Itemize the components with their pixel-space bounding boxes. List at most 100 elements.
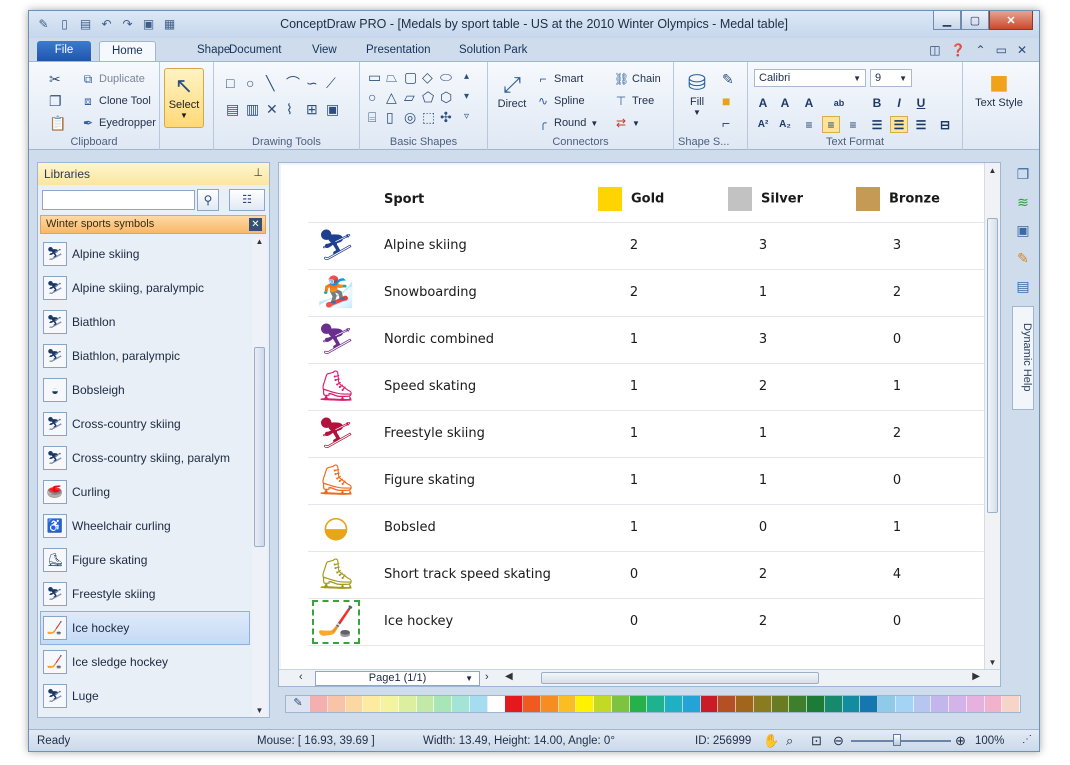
fit-page-icon[interactable]: ⊡ [811, 733, 822, 749]
font-color-icon[interactable]: A [800, 94, 818, 111]
hexagon-shape-icon[interactable]: ⬡ [440, 90, 452, 104]
palette-swatch[interactable] [966, 696, 985, 712]
drawing-page[interactable]: Sport Gold Silver Bronze ⛷ Alpine skiing 2… [281, 165, 984, 670]
palette-swatch[interactable] [523, 696, 541, 712]
palette-swatch[interactable] [736, 696, 754, 712]
palette-swatch[interactable] [895, 696, 914, 712]
shapes-scroll-up-icon[interactable]: ▴ [464, 70, 469, 84]
palette-swatch[interactable] [345, 696, 364, 712]
palette-swatch[interactable] [469, 696, 488, 712]
text-tool-icon[interactable]: ▤ [226, 102, 239, 116]
triangle-shape-icon[interactable]: △ [386, 90, 397, 104]
palette-swatch[interactable] [505, 696, 523, 712]
next-page-icon[interactable]: › [485, 671, 489, 683]
font-select[interactable]: Calibri ▼ [754, 69, 866, 87]
tab-solution-park[interactable]: Solution Park [447, 41, 539, 61]
palette-swatch[interactable] [665, 696, 683, 712]
vscroll-down-icon[interactable]: ▼ [985, 658, 1000, 667]
eyedropper-button[interactable]: ✒ Eyedropper [81, 116, 156, 130]
medal-table[interactable]: Sport Gold Silver Bronze ⛷ Alpine skiing 2… [308, 177, 984, 646]
text-box-icon[interactable]: ▥ [246, 102, 259, 116]
palette-swatch[interactable] [381, 696, 399, 712]
library-item[interactable]: ⛸ Figure skating [40, 543, 250, 577]
maximize-button[interactable]: ▢ [961, 11, 989, 30]
palette-swatch[interactable] [310, 696, 328, 712]
library-item[interactable]: 🏒 Ice sledge hockey [40, 645, 250, 679]
library-item[interactable]: ◒ Bobsleigh [40, 373, 250, 407]
palette-swatch[interactable] [824, 696, 843, 712]
align-left-icon[interactable]: ≡ [800, 116, 818, 133]
tab-presentation[interactable]: Presentation [354, 41, 443, 61]
tree-connector-button[interactable]: ⊤ Tree [614, 94, 654, 108]
close-library-icon[interactable]: ✕ [249, 218, 262, 231]
palette-swatch[interactable] [913, 696, 932, 712]
palette-swatch[interactable] [416, 696, 435, 712]
collapse-ribbon-icon[interactable]: ⌃ [976, 43, 986, 57]
library-view-options-icon[interactable]: ☷ [229, 189, 265, 211]
zoom-tool-icon[interactable]: ⌕ [786, 733, 793, 749]
text-options-icon[interactable]: ⊟ [936, 116, 954, 133]
hypernote-panel-icon[interactable]: ▤ [1012, 278, 1034, 300]
text-style-button[interactable]: ◼ Text Style [971, 68, 1027, 109]
pages-panel-icon[interactable]: ❐ [1012, 166, 1034, 188]
trapezoid-shape-icon[interactable]: ⏢ [386, 70, 397, 84]
copy-icon[interactable]: ❐ [49, 94, 62, 108]
arc-tool-icon[interactable]: ⌒ [286, 76, 300, 90]
library-scrollbar[interactable]: ▲ ▼ [252, 237, 267, 717]
smart-connector-button[interactable]: ⌐ Smart [536, 72, 583, 86]
hscroll-left-icon[interactable]: ◀ [505, 671, 513, 682]
clone-tool-button[interactable]: ⧈ Clone Tool [81, 94, 151, 108]
library-item[interactable]: ⛷ Freestyle skiing [40, 577, 250, 611]
rectangle-tool-icon[interactable]: □ [226, 76, 234, 90]
subscript-icon[interactable]: A₂ [776, 116, 794, 133]
palette-swatch[interactable] [842, 696, 861, 712]
underline-button[interactable]: U [912, 94, 930, 111]
polyline-tool-icon[interactable]: ⟋ [326, 76, 336, 90]
valign-middle-icon[interactable]: ☰ [890, 116, 908, 133]
table-row[interactable]: ⛷ Freestyle skiing 1 1 2 [308, 410, 984, 458]
palette-swatch[interactable] [487, 696, 506, 712]
palette-swatch[interactable] [753, 696, 772, 712]
grow-font-icon[interactable]: A [754, 94, 772, 111]
document-shape-icon[interactable]: ▯ [386, 110, 394, 124]
table-row[interactable]: ⛷ Nordic combined 1 3 0 [308, 316, 984, 364]
palette-swatch[interactable] [807, 696, 825, 712]
library-item[interactable]: ⛷ Biathlon, paralympic [40, 339, 250, 373]
canvas-vertical-scrollbar[interactable]: ▲ ▼ [984, 163, 1000, 670]
fill-button[interactable]: ⛁ Fill ▼ [680, 70, 714, 117]
close-doc-icon[interactable]: ✕ [1017, 43, 1027, 57]
palette-swatch[interactable] [878, 696, 896, 712]
palette-swatch[interactable] [647, 696, 665, 712]
palette-options-icon[interactable]: ✎ [286, 696, 310, 712]
highlight-icon[interactable]: ab [830, 94, 848, 111]
valign-bottom-icon[interactable]: ☰ [912, 116, 930, 133]
resize-grip-icon[interactable]: ⋰ [1022, 734, 1032, 745]
zoom-in-icon[interactable]: ⊕ [955, 733, 966, 749]
image-icon[interactable]: ▣ [326, 102, 339, 116]
palette-swatch[interactable] [629, 696, 648, 712]
minimize-button[interactable]: ▁ [933, 11, 961, 30]
library-item[interactable]: 🥌 Curling [40, 475, 250, 509]
palette-swatch[interactable] [576, 696, 594, 712]
library-item[interactable]: ⛷ Biathlon [40, 305, 250, 339]
behaviour-panel-icon[interactable]: ▣ [1012, 222, 1034, 244]
bold-button[interactable]: B [868, 94, 886, 111]
library-item[interactable]: ⛷ Cross-country skiing [40, 407, 250, 441]
cross-shape-icon[interactable]: ✣ [440, 110, 452, 124]
drawing-canvas[interactable]: Sport Gold Silver Bronze ⛷ Alpine skiing 2… [278, 162, 1001, 687]
format-panel-icon[interactable]: ✎ [1012, 250, 1034, 272]
palette-swatch[interactable] [949, 696, 967, 712]
can-shape-icon[interactable]: ⬚ [422, 110, 435, 124]
line-color-icon[interactable]: ✎ [722, 72, 734, 86]
ellipse-tool-icon[interactable]: ○ [246, 76, 254, 90]
layers-panel-icon[interactable]: ≋ [1012, 194, 1034, 216]
dynamic-help-tab[interactable]: Dynamic Help [1012, 306, 1034, 410]
palette-swatch[interactable] [452, 696, 470, 712]
circle-shape-icon[interactable]: ○ [368, 90, 376, 104]
curve-icon[interactable]: ⌇ [286, 102, 293, 116]
paste-icon[interactable]: 📋 [49, 116, 66, 130]
zoom-slider-thumb[interactable] [893, 734, 901, 746]
table-row[interactable]: ⛸ Speed skating 1 2 1 [308, 363, 984, 411]
line-tool-icon[interactable]: ╲ [266, 76, 274, 90]
line-style-icon[interactable]: ⌐ [722, 116, 730, 130]
